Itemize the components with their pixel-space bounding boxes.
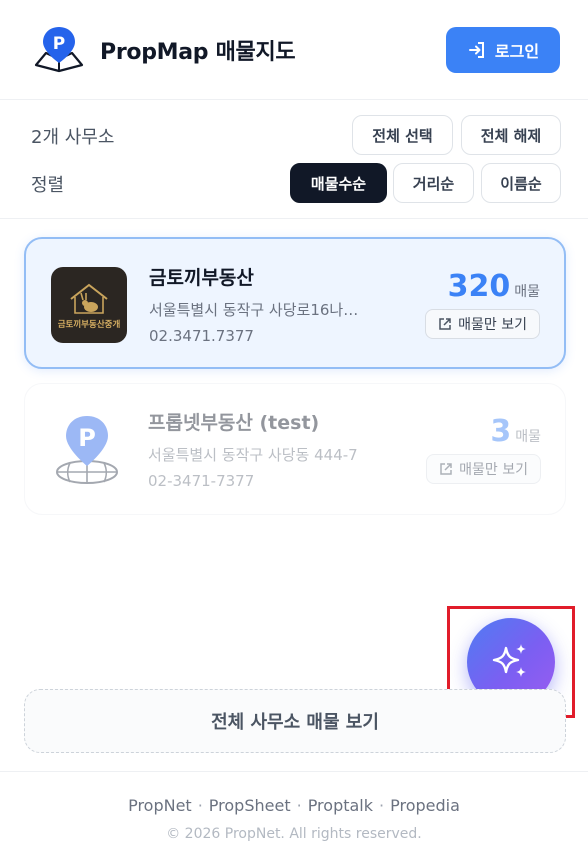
office-logo-text: 금토끼부동산중개 <box>58 319 121 330</box>
sort-by-distance-button[interactable]: 거리순 <box>393 163 474 203</box>
office-logo: P <box>50 412 126 488</box>
map-pin-book-icon: P <box>32 23 86 77</box>
office-logo: 금토끼부동산중개 <box>51 267 127 343</box>
view-listings-button[interactable]: 매물만 보기 <box>425 309 540 339</box>
listing-count-unit: 매물 <box>514 284 540 300</box>
footer-link-propedia[interactable]: Propedia <box>390 796 460 815</box>
sort-by-listings-button[interactable]: 매물수순 <box>290 163 387 203</box>
footer-links: PropNet · PropSheet · Proptalk · Propedia <box>128 796 460 815</box>
svg-text:P: P <box>78 424 96 452</box>
svg-text:P: P <box>53 34 65 54</box>
app-header: P PropMap 매물지도 로그인 <box>0 0 588 100</box>
select-all-button[interactable]: 전체 선택 <box>352 115 453 155</box>
office-controls: 2개 사무소 전체 선택 전체 해제 정렬 매물수순 거리순 이름순 <box>0 101 588 219</box>
listing-count-unit: 매물 <box>515 429 541 445</box>
office-address: 서울특별시 동작구 사당로16나… <box>149 301 359 319</box>
view-all-offices-button[interactable]: 전체 사무소 매물 보기 <box>24 689 566 753</box>
footer: PropNet · PropSheet · Proptalk · Propedia © 20… <box>0 771 588 863</box>
office-phone: 02.3471.7377 <box>149 327 254 345</box>
deselect-all-button[interactable]: 전체 해제 <box>461 115 561 155</box>
footer-link-propsheet[interactable]: PropSheet <box>209 796 291 815</box>
listing-count-number: 320 <box>447 269 511 304</box>
app-title: PropMap 매물지도 <box>100 39 296 65</box>
view-listings-label: 매물만 보기 <box>459 462 528 478</box>
external-link-icon <box>439 318 451 330</box>
sort-label: 정렬 <box>31 175 65 196</box>
office-name: 금토끼부동산 <box>149 267 254 289</box>
login-button[interactable]: 로그인 <box>446 26 560 73</box>
copyright: © 2026 PropNet. All rights reserved. <box>166 826 422 842</box>
footer-link-proptalk[interactable]: Proptalk <box>308 796 373 815</box>
office-card[interactable]: P 프롭넷부동산 (test) 서울특별시 동작구 사당동 444-7 02-3… <box>24 383 566 515</box>
office-address: 서울특별시 동작구 사당동 444-7 <box>148 446 358 464</box>
listing-count-number: 3 <box>490 414 512 449</box>
external-link-icon <box>440 463 452 475</box>
office-name: 프롭넷부동산 (test) <box>148 412 320 434</box>
sparkles-icon <box>492 644 526 677</box>
office-count: 2개 사무소 <box>31 127 115 148</box>
login-arrow-icon <box>468 41 484 58</box>
listing-count: 3 매물 <box>490 414 541 449</box>
view-listings-label: 매물만 보기 <box>458 317 527 333</box>
office-card[interactable]: 금토끼부동산중개 금토끼부동산 서울특별시 동작구 사당로16나… 02.347… <box>24 237 566 369</box>
footer-link-propnet[interactable]: PropNet <box>128 796 192 815</box>
login-label: 로그인 <box>494 41 540 61</box>
listing-count: 320 매물 <box>448 269 540 304</box>
sort-by-name-button[interactable]: 이름순 <box>481 163 561 203</box>
view-listings-button[interactable]: 매물만 보기 <box>426 454 541 484</box>
office-phone: 02-3471-7377 <box>148 472 255 490</box>
